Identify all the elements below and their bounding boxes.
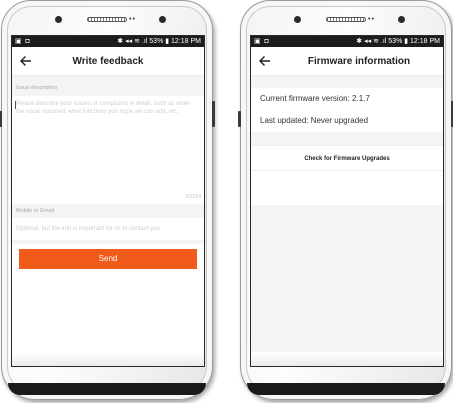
sensor-dots: ••: [129, 16, 136, 23]
volume-key: [238, 111, 241, 127]
issue-placeholder: Please describe your issues or complaint…: [16, 101, 191, 115]
contact-input[interactable]: Optional, but the info is important for …: [12, 218, 204, 240]
last-updated: Last updated: Never upgraded: [251, 110, 443, 132]
contact-section-label: Mobile or Email: [12, 204, 204, 218]
feedback-screen: ▣ ◘ ✱ ◂◂ ≋ .ıl 53% ▮ 12:18 PM Write feed…: [11, 35, 205, 367]
back-arrow-icon[interactable]: [18, 53, 34, 69]
firmware-screen: ▣ ◘ ✱ ◂◂ ≋ .ıl 53% ▮ 12:18 PM Firmware i…: [250, 35, 444, 367]
front-camera: [55, 16, 62, 23]
earpiece-speaker: [87, 17, 127, 22]
char-counter: 0/1024: [185, 193, 201, 200]
back-arrow-icon[interactable]: [257, 53, 273, 69]
power-key: [212, 101, 215, 127]
app-bar: Firmware information: [251, 47, 443, 76]
check-firmware-upgrades-button[interactable]: Check for Firmware Upgrades: [251, 145, 443, 171]
earpiece-speaker: [326, 17, 366, 22]
page-title: Write feedback: [72, 55, 144, 67]
app-bar: Write feedback: [12, 47, 204, 76]
sensor-dots: ••: [368, 16, 375, 23]
status-bar: ▣ ◘ ✱ ◂◂ ≋ .ıl 53% ▮ 12:18 PM: [12, 36, 204, 47]
bottom-fade: [251, 352, 443, 366]
proximity-sensor: [159, 16, 166, 23]
bottom-fade: [12, 352, 204, 366]
send-button[interactable]: Send: [19, 249, 197, 269]
empty-area: [251, 205, 443, 366]
current-firmware-version: Current firmware version: 2.1.7: [251, 88, 443, 110]
section-gap: [251, 76, 443, 88]
text-caret: [15, 101, 16, 109]
volume-key: [0, 111, 2, 127]
proximity-sensor: [398, 16, 405, 23]
front-camera: [294, 16, 301, 23]
status-right-info: ✱ ◂◂ ≋ .ıl 53% ▮ 12:18 PM: [356, 38, 440, 45]
phone-frame-left: •• ▣ ◘ ✱ ◂◂ ≋ .ıl 53% ▮ 12:18 PM Write f…: [0, 0, 215, 400]
status-left-icons: ▣ ◘: [254, 38, 270, 45]
status-bar: ▣ ◘ ✱ ◂◂ ≋ .ıl 53% ▮ 12:18 PM: [251, 36, 443, 47]
issue-description-input[interactable]: Please describe your issues or complaint…: [12, 96, 204, 204]
divider: [12, 240, 204, 244]
section-gap: [251, 132, 443, 145]
phone-frame-right: •• ▣ ◘ ✱ ◂◂ ≋ .ıl 53% ▮ 12:18 PM Firmwar…: [238, 0, 453, 400]
status-left-icons: ▣ ◘: [15, 38, 31, 45]
issue-section-label: Issue description: [12, 76, 204, 96]
status-right-info: ✱ ◂◂ ≋ .ıl 53% ▮ 12:18 PM: [117, 38, 201, 45]
page-title: Firmware information: [307, 55, 411, 67]
